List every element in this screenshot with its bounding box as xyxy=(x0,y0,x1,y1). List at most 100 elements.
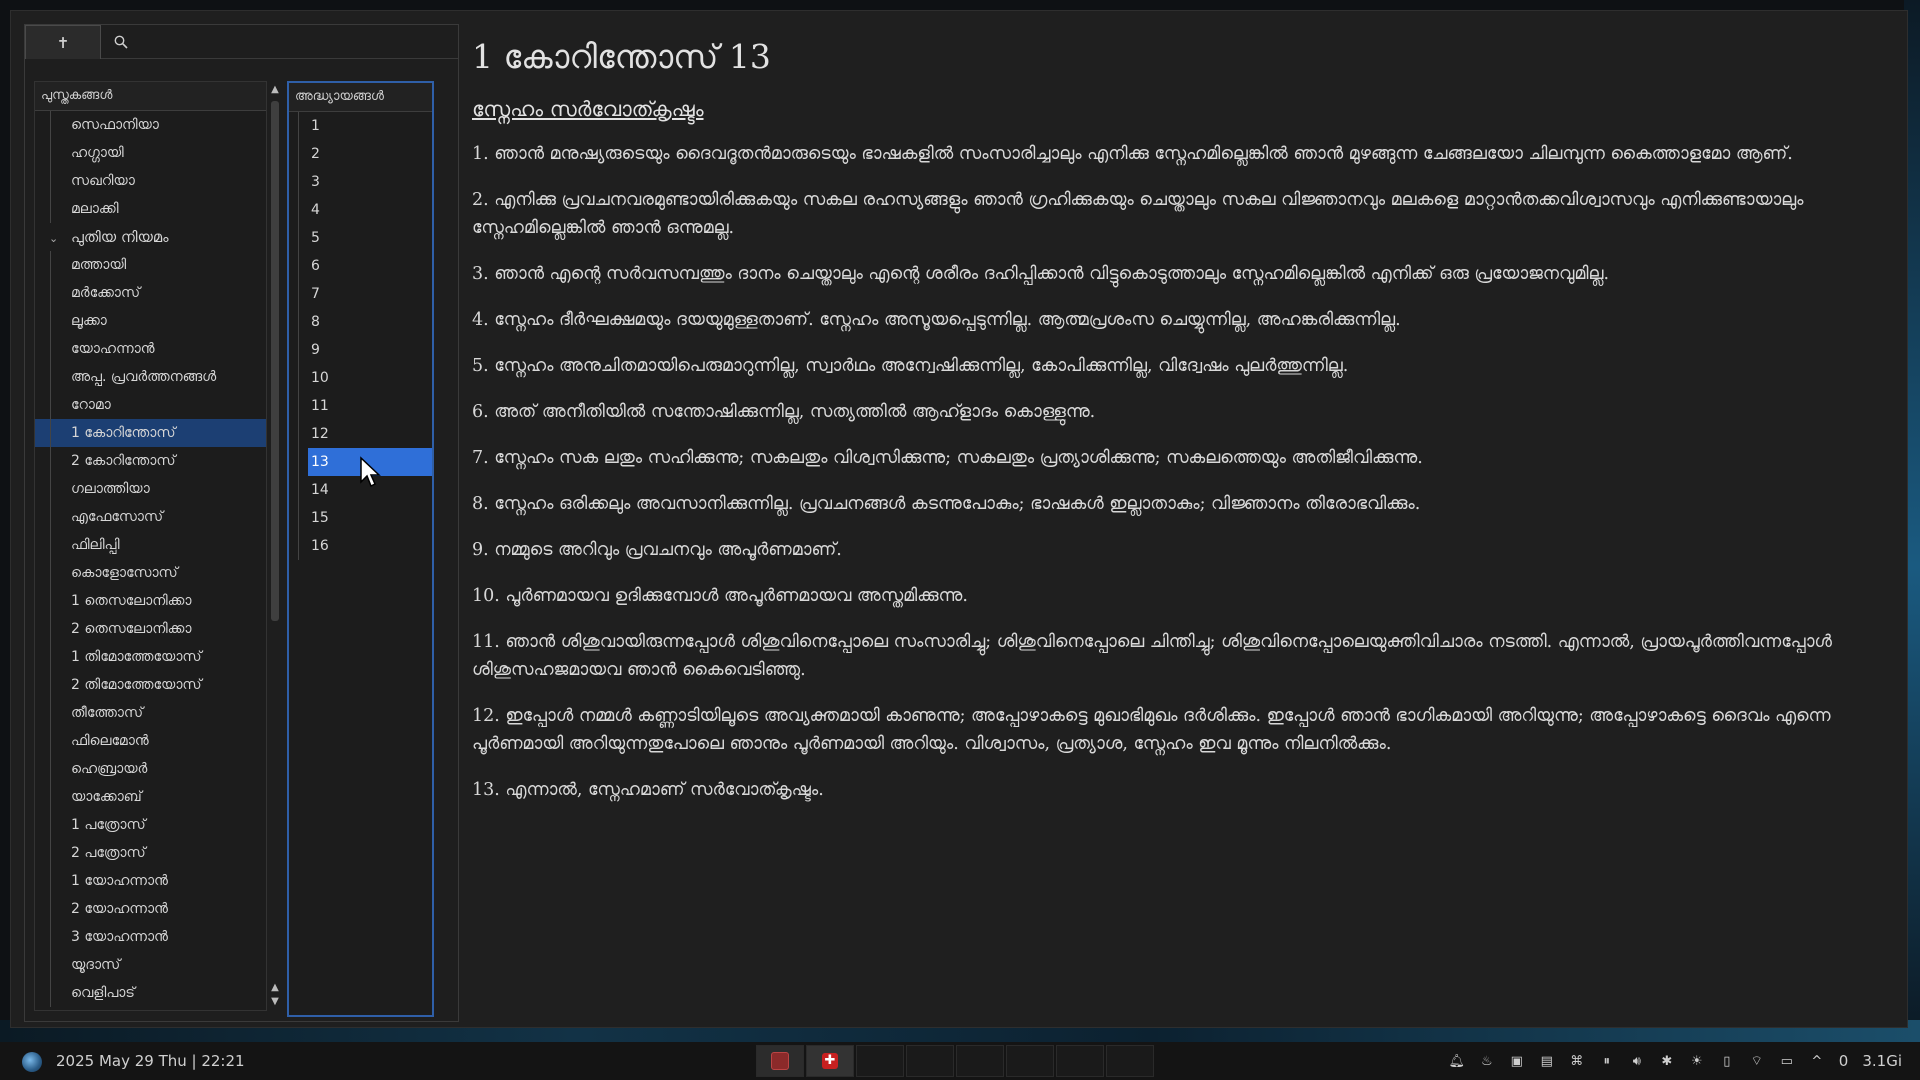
book-item[interactable]: റോമാ xyxy=(35,391,266,419)
book-label: സെഫാനിയാ xyxy=(71,117,159,133)
command-icon[interactable]: ⌘ xyxy=(1569,1053,1585,1069)
chapter-item[interactable]: 12 xyxy=(289,420,432,448)
chapter-item[interactable]: 8 xyxy=(289,308,432,336)
taskbar-slot[interactable] xyxy=(856,1045,904,1077)
scrollbar-thumb[interactable] xyxy=(271,101,279,621)
book-label: 2 യോഹന്നാൻ xyxy=(71,901,168,917)
chapter-item[interactable]: 11 xyxy=(289,392,432,420)
book-item[interactable]: സഖറിയാ xyxy=(35,167,266,195)
distro-logo-icon[interactable] xyxy=(22,1052,42,1072)
book-item[interactable]: 2 പത്രോസ് xyxy=(35,839,266,867)
brightness-icon[interactable]: ☀ xyxy=(1689,1053,1705,1069)
clipboard-icon[interactable]: ▤ xyxy=(1539,1053,1555,1069)
tray-counter: 0 xyxy=(1838,1052,1849,1070)
chapter-item[interactable]: 9 xyxy=(289,336,432,364)
book-item[interactable]: കൊളോസോസ് xyxy=(35,559,266,587)
chapter-title: 1 കോറിന്തോസ് 13 xyxy=(472,37,771,76)
book-item[interactable]: ഹഗ്ഗായി xyxy=(35,139,266,167)
shield-icon xyxy=(771,1052,789,1070)
verse: 1. ഞാൻ മനുഷ്യരുടെയും ദൈവദൂതൻമാരുടെയും ഭാ… xyxy=(472,144,1793,164)
flame-icon[interactable]: ♨ xyxy=(1479,1053,1495,1069)
book-item[interactable]: 1 തിമോത്തേയോസ് xyxy=(35,643,266,671)
battery-icon[interactable]: ▯ xyxy=(1719,1053,1735,1069)
book-label: മലാക്കി xyxy=(71,201,119,217)
clock[interactable]: 2025 May 29 Thu | 22:21 xyxy=(56,1042,245,1080)
scroll-down-icon[interactable]: ▼ xyxy=(268,995,282,1009)
book-label: 1 തിമോത്തേയോസ് xyxy=(71,649,202,665)
book-item[interactable]: 2 യോഹന്നാൻ xyxy=(35,895,266,923)
bluetooth-icon[interactable]: ✱ xyxy=(1659,1053,1675,1069)
chapter-item[interactable]: 7 xyxy=(289,280,432,308)
verse: 10. പൂർണമായവ ഉദിക്കുമ്പോൾ അപൂർണമായവ അസ്ത… xyxy=(472,586,968,606)
chapter-item[interactable]: 3 xyxy=(289,168,432,196)
chapter-item[interactable]: 4 xyxy=(289,196,432,224)
system-tray: 🔔︎ ♨ ▣ ▤ ⌘ ⏸ 🔊︎ ✱ ☀ ▯ ⌔ ▭ ^ 0 3.1Gi xyxy=(1435,1042,1902,1080)
book-label: പുതിയ നിയമം xyxy=(71,228,169,246)
taskbar-slot[interactable] xyxy=(1006,1045,1054,1077)
book-item[interactable]: യാക്കോബ് xyxy=(35,783,266,811)
book-item[interactable]: 1 യോഹന്നാൻ xyxy=(35,867,266,895)
book-label: സഖറിയാ xyxy=(71,173,135,189)
book-item[interactable]: മലാക്കി xyxy=(35,195,266,223)
chapter-item[interactable]: 16 xyxy=(289,532,432,560)
book-item[interactable]: എഫേസോസ് xyxy=(35,503,266,531)
book-section[interactable]: ⌄ പുതിയ നിയമം xyxy=(35,223,266,251)
book-item[interactable]: മർക്കോസ് xyxy=(35,279,266,307)
tab-search[interactable] xyxy=(101,25,141,59)
book-label: ഗലാത്തിയാ xyxy=(71,481,150,497)
chapter-item[interactable]: 10 xyxy=(289,364,432,392)
search-icon xyxy=(114,35,128,49)
chapter-item[interactable]: 6 xyxy=(289,252,432,280)
book-item[interactable]: 2 തെസലോനിക്കാ xyxy=(35,615,266,643)
books-scrollbar[interactable]: ▲ ▲ ▼ xyxy=(268,83,282,1009)
panel-tabs: ✝ xyxy=(25,25,458,59)
taskbar-app-bible[interactable]: ✚ xyxy=(806,1045,854,1077)
book-item[interactable]: വെളിപാട് xyxy=(35,979,266,1007)
book-item[interactable]: ലൂക്കാ xyxy=(35,307,266,335)
book-item[interactable]: സെഫാനിയാ xyxy=(35,111,266,139)
taskbar-slot[interactable] xyxy=(956,1045,1004,1077)
book-item[interactable]: ഫിലെമോൻ xyxy=(35,727,266,755)
chapter-item[interactable]: 2 xyxy=(289,140,432,168)
book-item[interactable]: 1 കോറിന്തോസ് xyxy=(35,419,266,447)
taskbar-slot[interactable] xyxy=(1056,1045,1104,1077)
book-label: യോഹന്നാൻ xyxy=(71,341,155,357)
power-icon[interactable]: ▭ xyxy=(1779,1053,1795,1069)
taskbar-slot[interactable] xyxy=(1106,1045,1154,1077)
taskbar-slot[interactable] xyxy=(906,1045,954,1077)
book-item[interactable]: യോഹന്നാൻ xyxy=(35,335,266,363)
book-item[interactable]: 2 കോറിന്തോസ് xyxy=(35,447,266,475)
book-label: മർക്കോസ് xyxy=(71,285,141,301)
book-item[interactable]: 1 തെസലോനിക്കാ xyxy=(35,587,266,615)
taskbar-app-browser[interactable] xyxy=(756,1045,804,1077)
chevron-down-icon[interactable]: ⌄ xyxy=(49,225,61,253)
book-item[interactable]: അപ്പ. പ്രവർത്തനങ്ങൾ xyxy=(35,363,266,391)
tab-books[interactable]: ✝ xyxy=(25,25,101,59)
book-item[interactable]: ഗലാത്തിയാ xyxy=(35,475,266,503)
pause-icon[interactable]: ⏸ xyxy=(1599,1053,1615,1069)
chapter-item[interactable]: 1 xyxy=(289,112,432,140)
bible-reader-window: ✝ പുസ്തകങ്ങൾ സെഫാനിയാ ഹഗ്ഗായി സഖറിയാ മലാക്ക… xyxy=(10,10,1908,1028)
chevron-up-icon[interactable]: ^ xyxy=(1809,1053,1825,1069)
book-item[interactable]: മത്തായി xyxy=(35,251,266,279)
book-item[interactable]: 1 പത്രോസ് xyxy=(35,811,266,839)
chapter-item[interactable]: 5 xyxy=(289,224,432,252)
navigation-panel: ✝ പുസ്തകങ്ങൾ സെഫാനിയാ ഹഗ്ഗായി സഖറിയാ മലാക്ക… xyxy=(24,24,459,1022)
wifi-icon[interactable]: ⌔ xyxy=(1749,1053,1765,1069)
verse: 7. സ്നേഹം സക ലതും സഹിക്കുന്നു; സകലതും വി… xyxy=(472,448,1423,468)
books-list-header: പുസ്തകങ്ങൾ xyxy=(35,82,266,111)
book-item[interactable]: ഹെബ്രായർ xyxy=(35,755,266,783)
book-item[interactable]: തീത്തോസ് xyxy=(35,699,266,727)
chapter-item[interactable]: 15 xyxy=(289,504,432,532)
book-item[interactable]: 3 യോഹന്നാൻ xyxy=(35,923,266,951)
book-item[interactable]: ഫിലിപ്പി xyxy=(35,531,266,559)
volume-icon[interactable]: 🔊︎ xyxy=(1629,1053,1645,1069)
scroll-up-small-icon[interactable]: ▲ xyxy=(268,981,282,995)
bell-icon[interactable]: 🔔︎ xyxy=(1449,1053,1466,1069)
book-item[interactable]: 2 തിമോത്തേയോസ് xyxy=(35,671,266,699)
scroll-up-icon[interactable]: ▲ xyxy=(268,83,282,97)
chapters-list-header: അദ്ധ്യായങ്ങൾ xyxy=(289,83,432,112)
book-item[interactable]: യൂദാസ് xyxy=(35,951,266,979)
camera-icon[interactable]: ▣ xyxy=(1509,1053,1525,1069)
taskbar-apps: ✚ xyxy=(756,1045,1156,1077)
